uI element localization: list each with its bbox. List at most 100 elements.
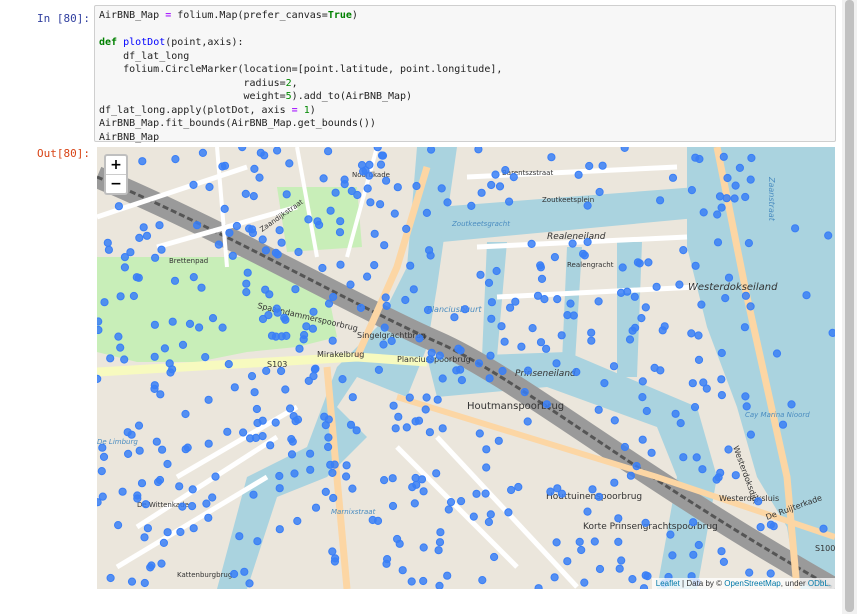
airbnb-marker[interactable] [507, 485, 516, 495]
airbnb-marker[interactable] [744, 239, 754, 248]
airbnb-marker[interactable] [166, 368, 175, 377]
airbnb-marker[interactable] [494, 436, 503, 445]
airbnb-marker[interactable] [741, 291, 751, 300]
airbnb-marker[interactable] [614, 537, 623, 546]
airbnb-marker[interactable] [132, 273, 141, 282]
airbnb-marker[interactable] [491, 170, 500, 179]
osm-link[interactable]: OpenStreetMap [724, 579, 780, 588]
airbnb-marker[interactable] [328, 547, 337, 556]
airbnb-marker[interactable] [620, 442, 630, 452]
airbnb-marker[interactable] [242, 279, 251, 288]
airbnb-marker[interactable] [692, 453, 701, 462]
airbnb-marker[interactable] [656, 196, 665, 205]
airbnb-marker[interactable] [422, 393, 431, 402]
airbnb-marker[interactable] [120, 355, 129, 364]
airbnb-marker[interactable] [241, 189, 250, 199]
airbnb-marker[interactable] [138, 157, 147, 166]
airbnb-marker[interactable] [713, 210, 722, 219]
airbnb-marker[interactable] [103, 238, 112, 247]
airbnb-marker[interactable] [427, 348, 436, 357]
airbnb-marker[interactable] [240, 567, 249, 576]
airbnb-marker[interactable] [160, 344, 170, 353]
airbnb-marker[interactable] [348, 484, 357, 493]
airbnb-marker[interactable] [610, 416, 619, 425]
airbnb-marker[interactable] [668, 551, 677, 560]
airbnb-marker[interactable] [329, 292, 338, 302]
airbnb-marker[interactable] [557, 489, 566, 498]
airbnb-marker[interactable] [359, 167, 368, 176]
airbnb-marker[interactable] [181, 445, 190, 454]
airbnb-marker[interactable] [423, 305, 433, 315]
airbnb-marker[interactable] [427, 147, 436, 154]
airbnb-marker[interactable] [717, 547, 726, 556]
airbnb-marker[interactable] [97, 374, 102, 383]
airbnb-marker[interactable] [106, 354, 115, 363]
zoom-in-button[interactable]: + [106, 156, 126, 174]
airbnb-marker[interactable] [249, 490, 258, 499]
airbnb-marker[interactable] [220, 161, 230, 170]
airbnb-marker[interactable] [588, 485, 597, 494]
airbnb-marker[interactable] [319, 174, 328, 183]
airbnb-marker[interactable] [238, 147, 247, 152]
airbnb-marker[interactable] [324, 147, 333, 156]
airbnb-marker[interactable] [243, 268, 252, 277]
airbnb-marker[interactable] [346, 280, 355, 289]
airbnb-marker[interactable] [188, 485, 197, 494]
airbnb-marker[interactable] [563, 557, 572, 566]
airbnb-marker[interactable] [273, 308, 282, 317]
airbnb-marker[interactable] [633, 258, 643, 267]
airbnb-marker[interactable] [639, 584, 649, 589]
airbnb-marker[interactable] [574, 170, 583, 179]
airbnb-marker[interactable] [275, 484, 284, 493]
odbl-link[interactable]: ODbL. [808, 579, 831, 588]
airbnb-marker[interactable] [330, 557, 339, 566]
airbnb-marker[interactable] [580, 578, 589, 587]
airbnb-marker[interactable] [697, 300, 706, 309]
airbnb-marker[interactable] [486, 510, 495, 519]
airbnb-marker[interactable] [176, 527, 185, 537]
airbnb-marker[interactable] [106, 573, 115, 583]
airbnb-marker[interactable] [497, 322, 506, 331]
airbnb-marker[interactable] [97, 317, 103, 326]
airbnb-marker[interactable] [474, 359, 484, 368]
airbnb-marker[interactable] [694, 540, 703, 550]
airbnb-marker[interactable] [330, 460, 339, 469]
airbnb-marker[interactable] [370, 261, 379, 270]
airbnb-marker[interactable] [208, 314, 218, 323]
airbnb-marker[interactable] [378, 151, 388, 160]
airbnb-marker[interactable] [477, 188, 486, 197]
airbnb-marker[interactable] [97, 325, 103, 335]
airbnb-marker[interactable] [688, 379, 697, 388]
airbnb-marker[interactable] [676, 419, 685, 428]
airbnb-marker[interactable] [133, 494, 142, 503]
airbnb-marker[interactable] [523, 417, 532, 426]
airbnb-marker[interactable] [373, 147, 382, 152]
airbnb-marker[interactable] [487, 314, 496, 323]
airbnb-marker[interactable] [587, 336, 596, 345]
airbnb-marker[interactable] [218, 323, 227, 332]
airbnb-marker[interactable] [435, 581, 444, 589]
airbnb-marker[interactable] [116, 292, 125, 301]
airbnb-marker[interactable] [643, 572, 652, 581]
airbnb-marker[interactable] [168, 317, 177, 326]
airbnb-marker[interactable] [421, 405, 430, 414]
airbnb-marker[interactable] [281, 385, 290, 394]
airbnb-marker[interactable] [647, 448, 656, 457]
airbnb-marker[interactable] [425, 428, 434, 437]
airbnb-marker[interactable] [163, 459, 172, 469]
airbnb-marker[interactable] [446, 498, 456, 507]
airbnb-marker[interactable] [617, 556, 626, 565]
airbnb-marker[interactable] [410, 499, 419, 508]
airbnb-marker[interactable] [388, 501, 398, 511]
airbnb-marker[interactable] [690, 403, 700, 412]
airbnb-marker[interactable] [492, 266, 501, 276]
airbnb-marker[interactable] [185, 319, 195, 328]
airbnb-marker[interactable] [772, 349, 782, 358]
airbnb-marker[interactable] [321, 421, 330, 430]
airbnb-marker[interactable] [411, 473, 420, 483]
airbnb-marker[interactable] [583, 237, 592, 247]
airbnb-marker[interactable] [294, 247, 303, 257]
airbnb-marker[interactable] [402, 423, 411, 432]
airbnb-marker[interactable] [754, 497, 763, 506]
airbnb-marker[interactable] [366, 198, 375, 207]
